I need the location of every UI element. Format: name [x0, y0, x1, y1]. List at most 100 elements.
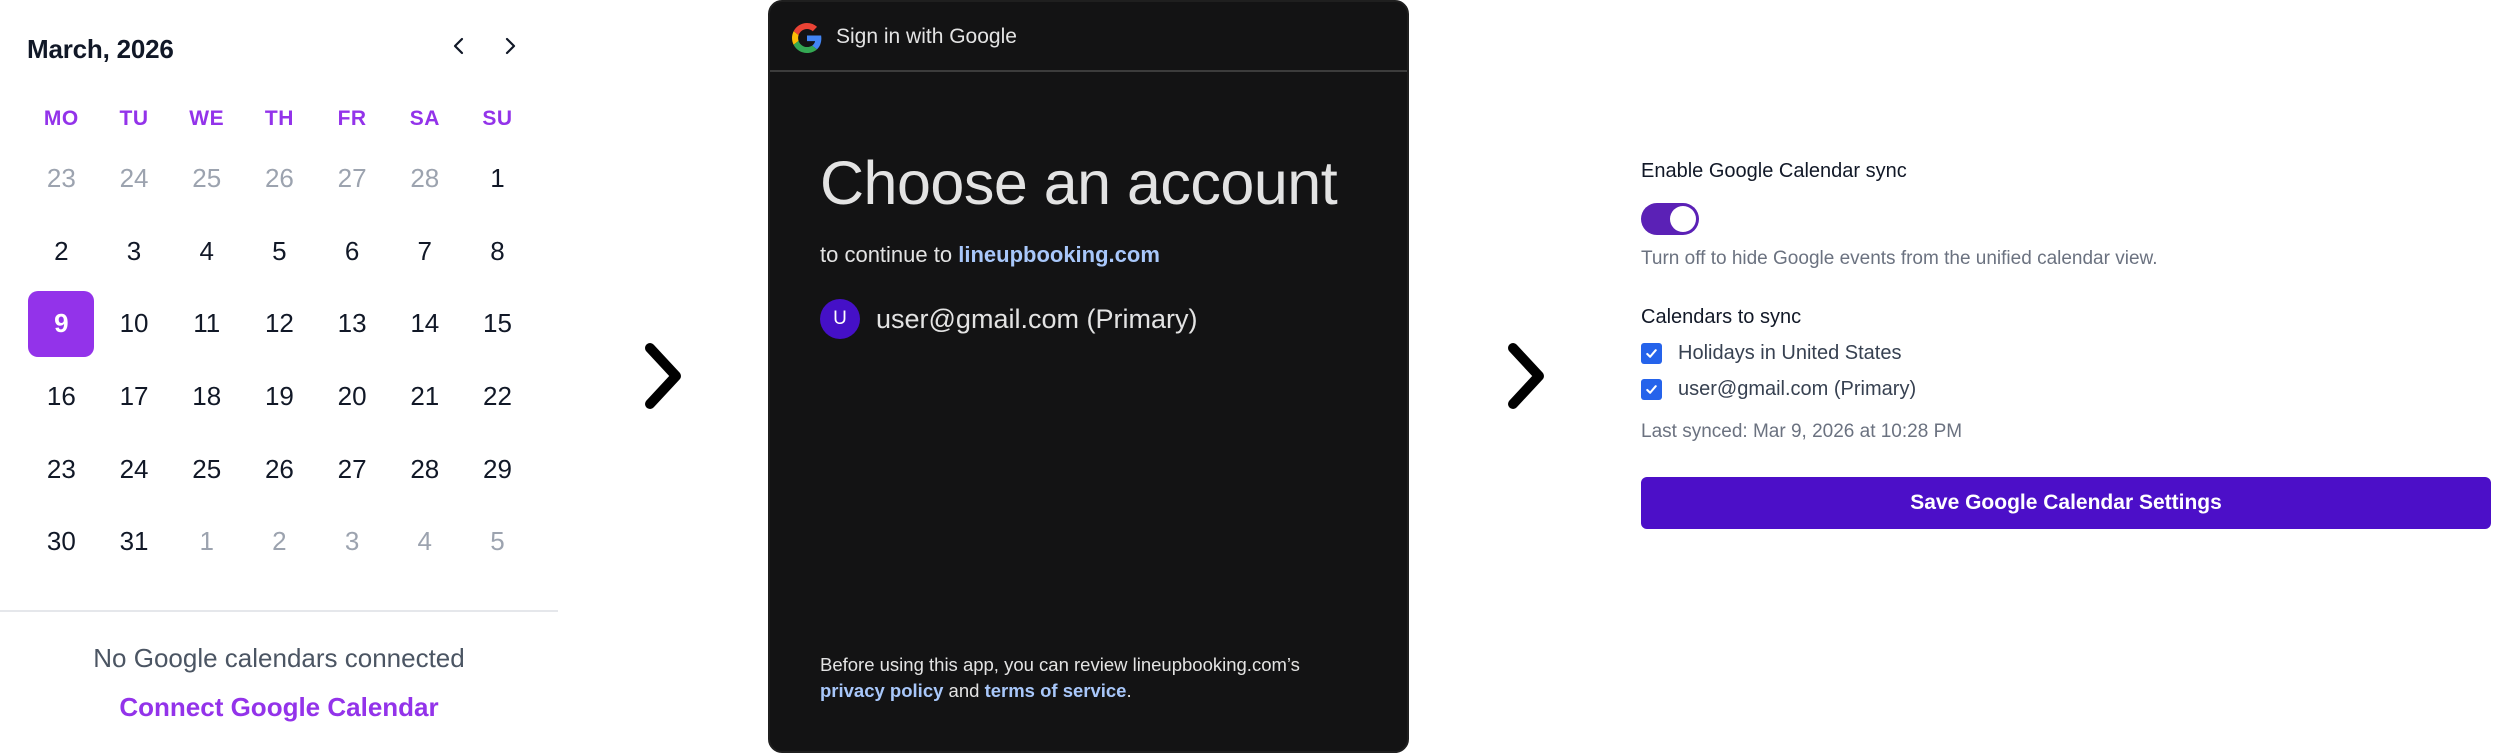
calendar-day[interactable]: 28 [388, 142, 461, 215]
calendar-day-number: 11 [193, 308, 221, 339]
calendar-day[interactable]: 18 [170, 360, 243, 433]
footer-and: and [948, 680, 980, 701]
checkbox[interactable] [1641, 378, 1662, 400]
calendar-day-number: 25 [192, 453, 222, 484]
calendar-day[interactable]: 21 [388, 360, 461, 433]
sync-toggle-label: Enable Google Calendar sync [1641, 160, 1907, 182]
terms-of-service-link[interactable]: terms of service [985, 680, 1127, 701]
calendar-option-primary[interactable]: user@gmail.com (Primary) [1641, 376, 1916, 402]
calendar-day-number: 5 [272, 235, 287, 266]
calendar-day[interactable]: 8 [461, 215, 534, 288]
calendar-day[interactable]: 20 [316, 360, 389, 433]
calendar-option-label: user@gmail.com (Primary) [1678, 377, 1917, 400]
calendar-day[interactable]: 15 [461, 287, 534, 360]
calendar-day-number: 1 [490, 162, 505, 193]
calendar-day-number: 17 [119, 380, 149, 411]
next-month-button[interactable] [494, 30, 526, 62]
calendar-day-number: 26 [264, 453, 294, 484]
calendar-day[interactable]: 6 [316, 215, 389, 288]
calendar-day[interactable]: 28 [388, 433, 461, 506]
continue-prefix: to continue to [820, 242, 953, 267]
calendar-day[interactable]: 5 [461, 505, 534, 578]
checkbox[interactable] [1641, 342, 1662, 364]
account-option[interactable]: U user@gmail.com (Primary) [820, 298, 1197, 340]
calendar-option-holidays[interactable]: Holidays in United States [1641, 340, 1901, 366]
privacy-policy-link[interactable]: privacy policy [820, 680, 943, 701]
calendar-day-selected[interactable]: 9 [25, 287, 98, 360]
calendar-day[interactable]: 17 [98, 360, 171, 433]
calendar-day-number: 25 [192, 162, 222, 193]
divider [0, 610, 558, 612]
choose-account-heading: Choose an account [820, 149, 1338, 217]
toggle-knob [1670, 206, 1696, 232]
google-g-icon [792, 23, 822, 53]
calendar-day[interactable]: 27 [316, 433, 389, 506]
weekday-header: TU [119, 107, 149, 130]
calendar-day-number: 19 [264, 380, 294, 411]
calendar-day[interactable]: 10 [98, 287, 171, 360]
calendar-day[interactable]: 25 [170, 433, 243, 506]
dialog-footer-text: Before using this app, you can review li… [820, 652, 1360, 704]
calendar-day-number: 3 [126, 235, 142, 266]
calendar-day[interactable]: 11 [170, 287, 243, 360]
calendar-day[interactable]: 4 [170, 215, 243, 288]
connect-google-calendar-link[interactable]: Connect Google Calendar [119, 692, 438, 722]
weekday-header: SA [409, 107, 440, 130]
calendar-day[interactable]: 2 [243, 505, 316, 578]
calendar-day[interactable]: 16 [25, 360, 98, 433]
footer-suffix: . [1126, 680, 1132, 701]
continue-to-line: to continue to lineupbooking.com [820, 242, 1160, 268]
weekday-header: MO [43, 107, 79, 130]
connect-google-calendar-link-row: Connect Google Calendar [0, 692, 558, 723]
calendar-day-number: 22 [483, 380, 512, 411]
calendar-day[interactable]: 7 [388, 215, 461, 288]
sync-toggle[interactable] [1641, 203, 1699, 235]
flow-arrow-1 [636, 338, 692, 414]
google-calendar-settings-panel: Enable Google Calendar sync Turn off to … [1641, 0, 2491, 753]
calendar-day[interactable]: 23 [25, 433, 98, 506]
calendar-day-number: 10 [119, 308, 149, 339]
calendar-day[interactable]: 2 [25, 215, 98, 288]
calendars-to-sync-label: Calendars to sync [1641, 306, 1802, 328]
calendar-day-number: 27 [337, 162, 367, 193]
calendar-day[interactable]: 22 [461, 360, 534, 433]
prev-month-button[interactable] [443, 30, 475, 62]
calendar-day[interactable]: 14 [388, 287, 461, 360]
flow-arrow-2 [1499, 338, 1555, 414]
calendar-day[interactable]: 19 [243, 360, 316, 433]
calendar-day[interactable]: 29 [461, 433, 534, 506]
calendar-option-label: Holidays in United States [1678, 341, 1902, 364]
calendar-day[interactable]: 25 [170, 142, 243, 215]
calendar-day[interactable]: 30 [25, 505, 98, 578]
calendar-day[interactable]: 12 [243, 287, 316, 360]
calendar-day-number: 24 [119, 162, 149, 193]
calendar-day-number: 24 [119, 453, 149, 484]
weekday-header: WE [189, 107, 225, 130]
calendar-day[interactable]: 3 [316, 505, 389, 578]
checkmark-icon [1646, 348, 1657, 358]
calendar-day-number: 23 [46, 162, 76, 193]
calendar-panel: March, 2026 MO TU WE TH FR SA SU 23 24 25 26 27 28 1 2… [0, 0, 558, 753]
continue-domain-link[interactable]: lineupbooking.com [958, 242, 1160, 267]
calendar-month-title: March, 2026 [27, 34, 174, 64]
calendar-day[interactable]: 1 [461, 142, 534, 215]
calendar-day[interactable]: 27 [316, 142, 389, 215]
calendar-day[interactable]: 5 [243, 215, 316, 288]
calendar-day[interactable]: 24 [98, 142, 171, 215]
calendar-day[interactable]: 1 [170, 505, 243, 578]
calendar-day[interactable]: 23 [25, 142, 98, 215]
calendar-day[interactable]: 26 [243, 142, 316, 215]
calendar-day[interactable]: 4 [388, 505, 461, 578]
footer-prefix: Before using this app, you can review li… [820, 654, 1300, 675]
calendar-day[interactable]: 26 [243, 433, 316, 506]
checkmark-icon [1646, 384, 1657, 394]
weekday-header: TH [264, 107, 294, 130]
calendar-day-number: 30 [46, 526, 76, 557]
calendar-day[interactable]: 31 [98, 505, 171, 578]
save-google-calendar-settings-button[interactable]: Save Google Calendar Settings [1641, 477, 2491, 529]
calendar-day-number: 3 [344, 526, 360, 557]
calendar-day[interactable]: 13 [316, 287, 389, 360]
calendar-day-number: 4 [199, 235, 214, 266]
calendar-day[interactable]: 3 [98, 215, 171, 288]
calendar-day[interactable]: 24 [98, 433, 171, 506]
